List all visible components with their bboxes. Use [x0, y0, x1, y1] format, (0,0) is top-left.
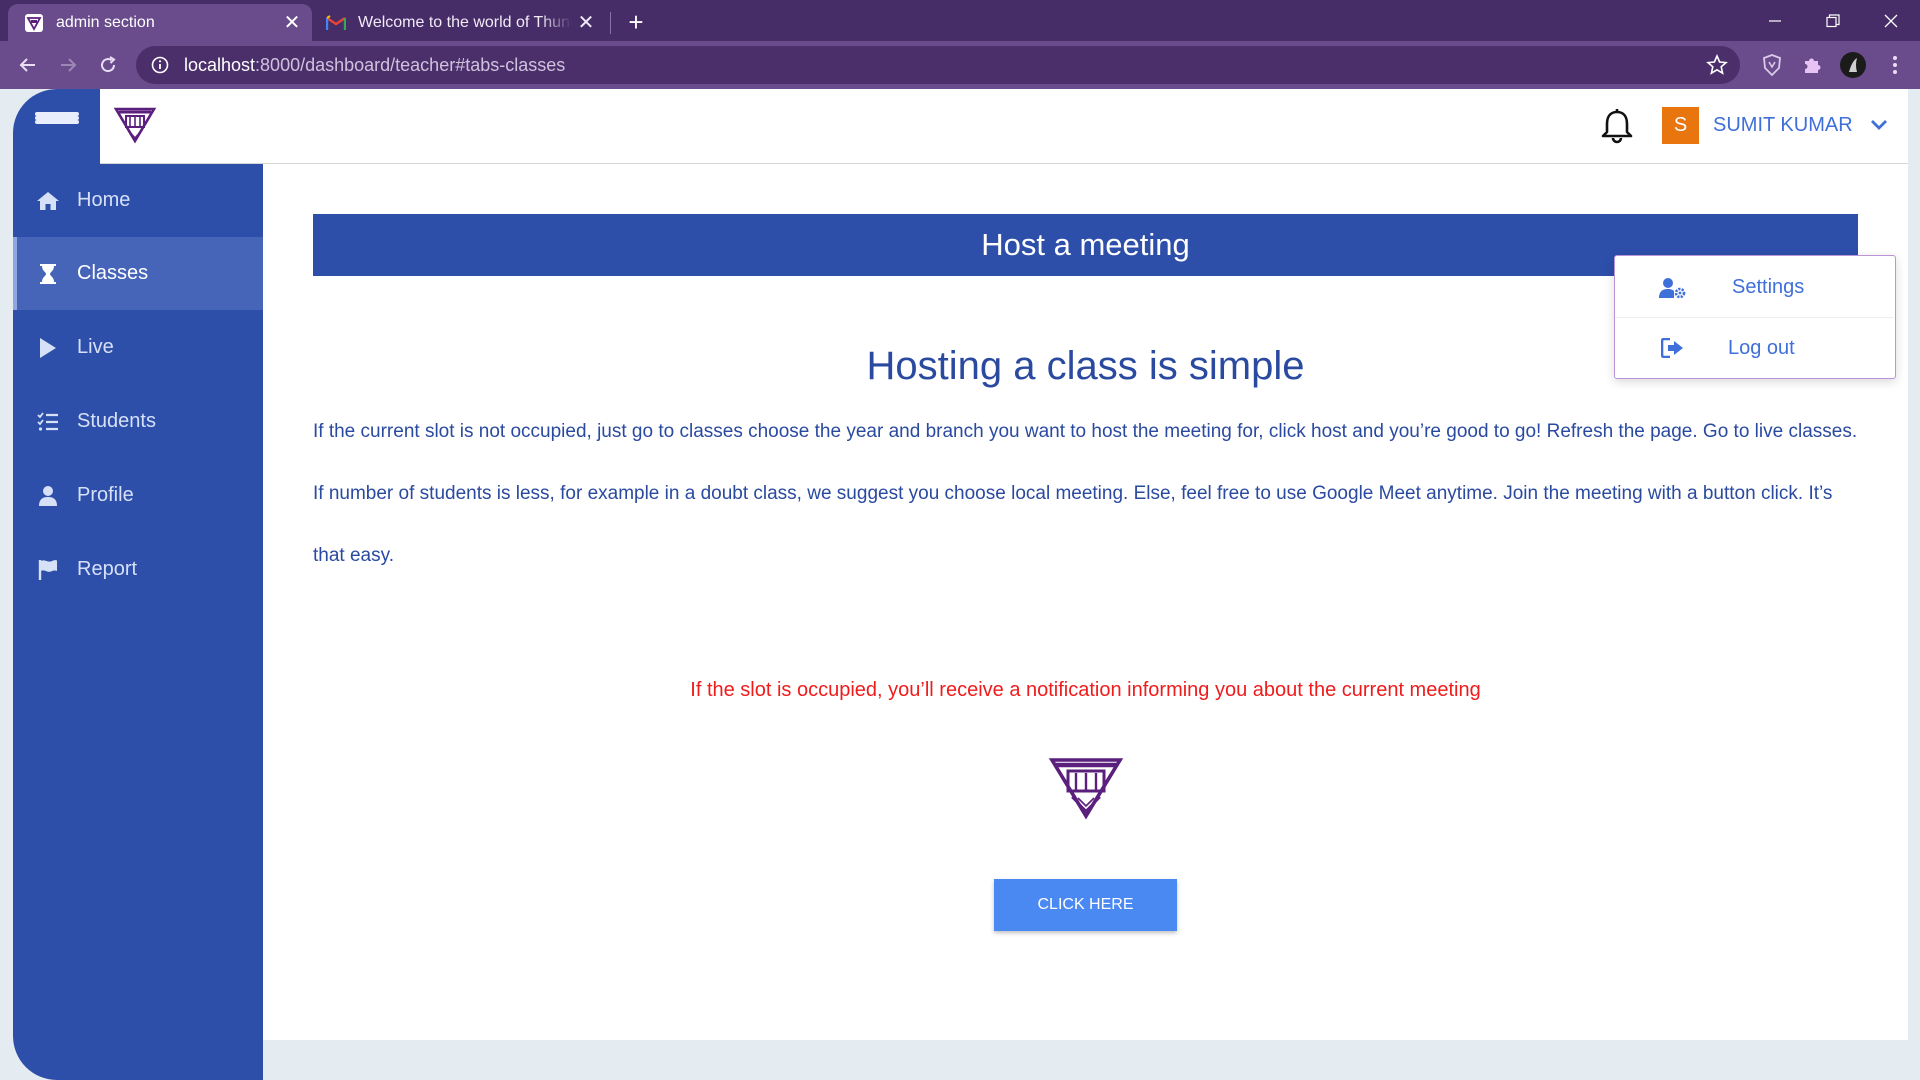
address-bar[interactable]: localhost:8000/dashboard/teacher#tabs-cl… [136, 46, 1740, 84]
browser-tab-admin[interactable]: admin section ✕ [8, 4, 312, 41]
sidebar-item-students[interactable]: Students [13, 385, 263, 458]
extensions-puzzle-icon[interactable] [1797, 50, 1827, 80]
menu-item-settings[interactable]: Settings [1615, 258, 1894, 318]
reload-icon[interactable] [92, 49, 124, 81]
menu-item-label: Log out [1728, 336, 1795, 359]
tab-separator [610, 12, 611, 34]
user-name-toggle[interactable]: SUMIT KUMAR [1713, 114, 1853, 137]
menu-item-logout[interactable]: Log out [1615, 318, 1894, 378]
close-icon[interactable]: ✕ [278, 9, 306, 37]
sidebar-item-classes[interactable]: Classes [13, 237, 263, 310]
avatar[interactable]: S [1662, 107, 1699, 144]
close-icon[interactable]: ✕ [572, 9, 600, 37]
browser-toolbar: localhost:8000/dashboard/teacher#tabs-cl… [0, 41, 1920, 89]
window-controls [1746, 0, 1920, 41]
url-text: localhost:8000/dashboard/teacher#tabs-cl… [184, 54, 566, 75]
brand-logo-icon [1048, 754, 1124, 822]
occupied-warning: If the slot is occupied, you’ll receive … [690, 679, 1481, 701]
window-close-icon[interactable] [1862, 0, 1920, 41]
new-tab-icon[interactable]: + [620, 6, 652, 38]
sidebar-item-label: Home [77, 189, 131, 211]
brave-shield-icon[interactable] [1757, 50, 1787, 80]
app-window: S SUMIT KUMAR Home Classes Live Students… [13, 89, 1908, 1080]
gmail-icon [326, 13, 346, 33]
bookmark-star-icon[interactable] [1706, 53, 1728, 76]
user-icon [35, 483, 61, 509]
sidebar-item-label: Students [77, 410, 156, 432]
sidebar-item-live[interactable]: Live [13, 311, 263, 384]
back-icon[interactable] [12, 49, 44, 81]
site-logo-icon [24, 13, 44, 33]
sidebar-item-label: Profile [77, 484, 134, 506]
click-here-button[interactable]: CLICK HERE [994, 879, 1177, 931]
browser-tab-strip: admin section ✕ Welcome to the world of … [0, 0, 1920, 41]
menu-item-label: Settings [1732, 276, 1805, 298]
instructions-paragraph: If the current slot is not occupied, jus… [313, 421, 1858, 566]
brand-logo-icon[interactable] [113, 105, 157, 145]
profile-avatar-icon[interactable] [1838, 50, 1868, 80]
sidebar: Home Classes Live Students Profile Repor… [13, 164, 263, 1080]
notification-bell-icon[interactable] [1599, 107, 1635, 145]
browser-tab-gmail[interactable]: Welcome to the world of Thunde ✕ [314, 4, 606, 41]
chevron-down-icon[interactable] [1868, 114, 1890, 136]
content-footer [263, 1040, 1908, 1080]
user-gear-icon [1659, 274, 1687, 302]
sidebar-item-report[interactable]: Report [13, 533, 263, 606]
play-icon [35, 335, 61, 361]
tab-title: Welcome to the world of Thunde [358, 13, 572, 31]
flag-icon [35, 557, 61, 583]
sidebar-item-profile[interactable]: Profile [13, 459, 263, 532]
sidebar-item-home[interactable]: Home [13, 164, 263, 237]
app-header: S SUMIT KUMAR [13, 89, 1908, 164]
hourglass-icon [35, 261, 61, 287]
site-info-icon[interactable] [150, 55, 170, 75]
hamburger-icon [34, 111, 79, 142]
tab-title: admin section [56, 13, 155, 31]
forward-icon[interactable] [52, 49, 84, 81]
user-dropdown-menu: Settings Log out [1614, 255, 1896, 379]
list-check-icon [35, 409, 61, 435]
sidebar-item-label: Report [77, 558, 138, 580]
menu-toggle-button[interactable] [13, 89, 100, 164]
minimize-icon[interactable] [1746, 0, 1804, 41]
restore-icon[interactable] [1804, 0, 1862, 41]
logout-icon [1659, 334, 1687, 362]
browser-menu-icon[interactable] [1880, 50, 1910, 80]
sidebar-item-label: Classes [77, 262, 149, 284]
sidebar-item-label: Live [77, 336, 114, 358]
home-icon [35, 188, 61, 214]
